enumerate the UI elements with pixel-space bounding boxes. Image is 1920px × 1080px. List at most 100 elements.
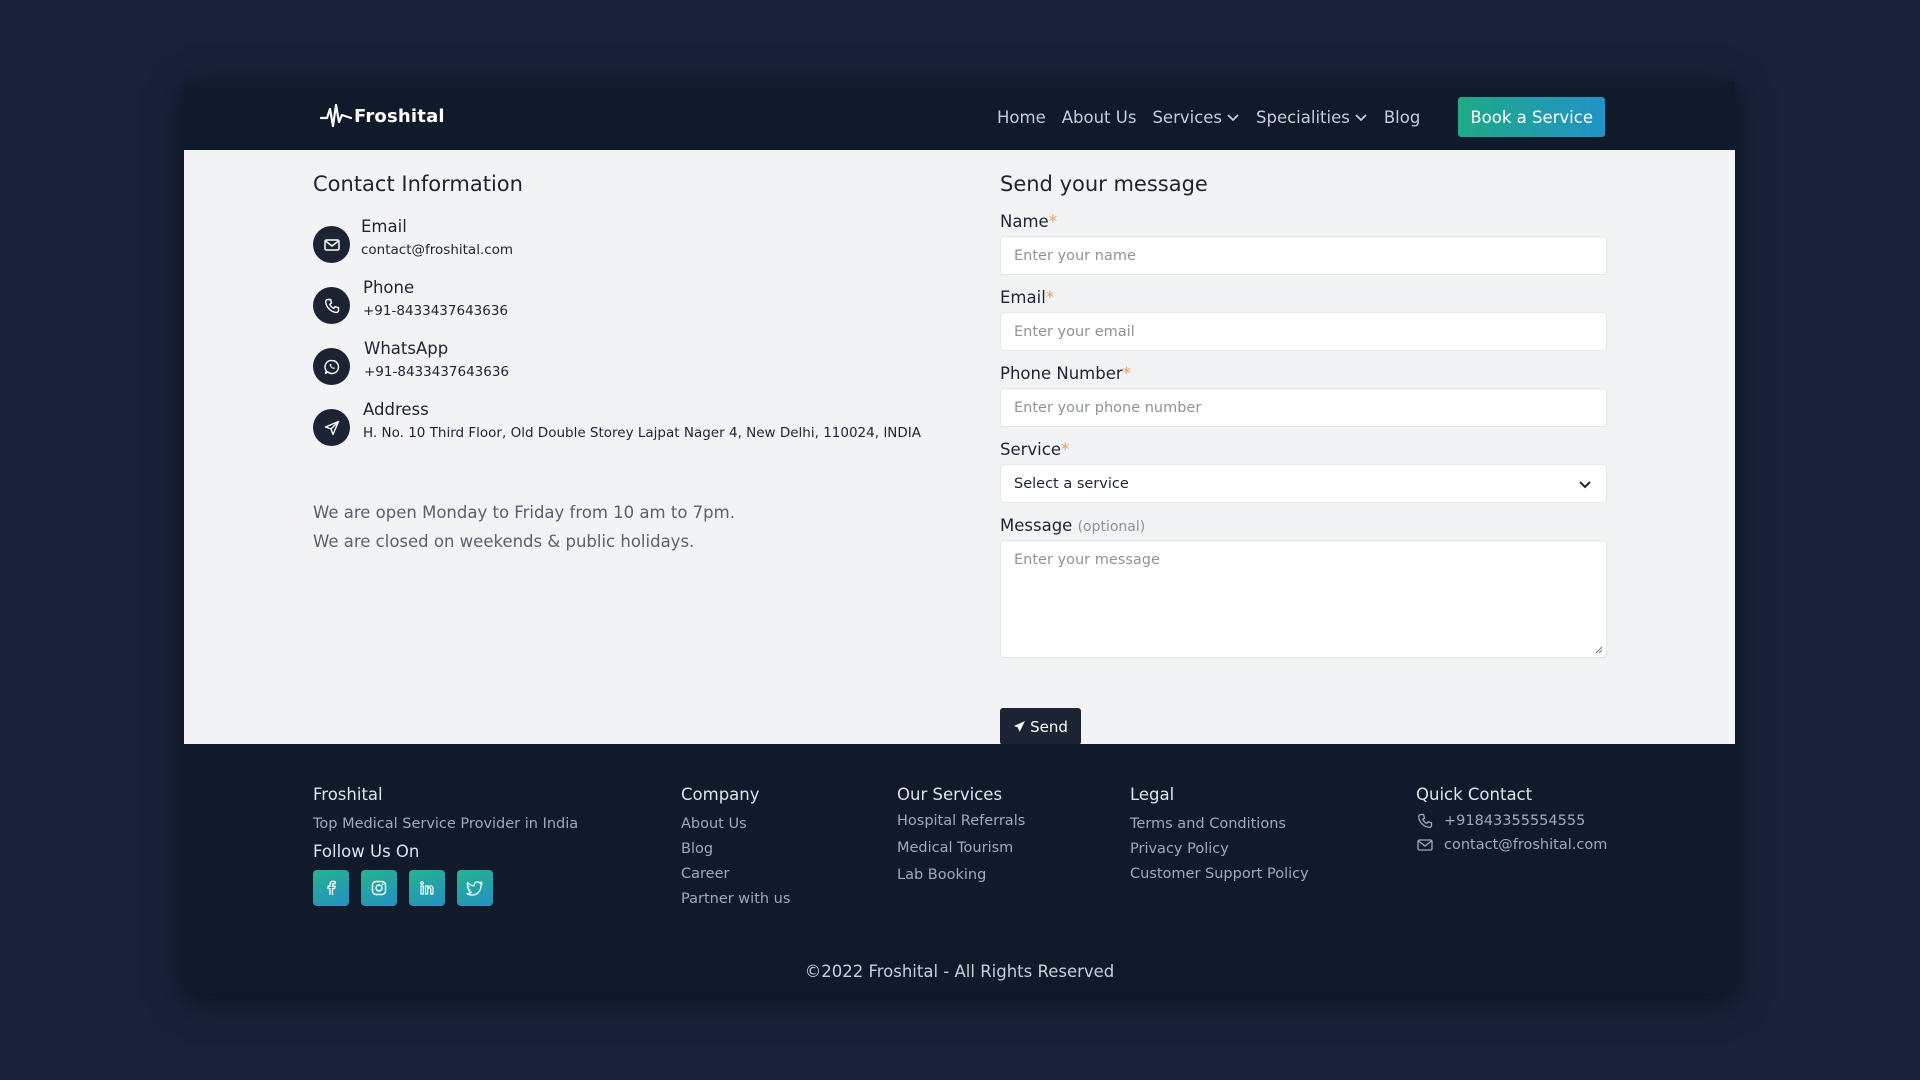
send-icon [313,409,350,446]
email-input[interactable]: Enter your email [1000,312,1607,351]
nav-specialities-label: Specialities [1256,107,1350,127]
follow-us-label: Follow Us On [313,842,420,861]
send-button-label: Send [1030,717,1068,736]
contact-whatsapp-label: WhatsApp [364,339,449,358]
footer-brand: Froshital Top Medical Service Provider i… [313,784,578,906]
instagram-icon[interactable] [361,870,397,906]
send-icon [1014,721,1026,732]
phone-label-text: Phone Number [1000,364,1123,383]
footer-link-blog[interactable]: Blog [681,839,790,859]
hours-weekdays: We are open Monday to Friday from 10 am … [313,503,735,522]
footer-services-title: Our Services [897,785,1003,804]
nav-home-label: Home [997,107,1046,127]
message-label: Message (optional) [1000,516,1145,535]
footer-legal: Legal Terms and Conditions Privacy Polic… [1130,784,1309,884]
mail-icon [1417,839,1433,851]
contact-information: Contact Information Email contact@froshi… [313,172,953,551]
contact-email: Email contact@froshital.com [313,216,513,263]
phone-input[interactable]: Enter your phone number [1000,388,1607,427]
footer-link-lab-booking[interactable]: Lab Booking [897,865,1025,885]
quick-phone-value: +91843355554555 [1444,813,1586,829]
nav-specialities[interactable]: Specialities [1256,108,1368,127]
phone-placeholder: Enter your phone number [1014,399,1202,416]
optional-mark: (optional) [1077,519,1146,535]
nav-services-label: Services [1152,107,1223,127]
contact-title: Contact Information [313,172,523,196]
email-label: Email* [1000,288,1054,307]
footer: Froshital Top Medical Service Provider i… [184,744,1735,994]
chevron-down-icon [1355,114,1367,122]
contact-whatsapp: WhatsApp +91-8433437643636 [313,338,509,385]
footer-link-support-policy[interactable]: Customer Support Policy [1130,864,1309,884]
footer-link-privacy[interactable]: Privacy Policy [1130,839,1309,859]
service-select[interactable]: Select a service [1000,464,1607,503]
footer-company-title: Company [681,785,760,804]
footer-link-about[interactable]: About Us [681,814,790,834]
phone-icon [313,287,350,324]
facebook-icon[interactable] [313,870,349,906]
linkedin-icon[interactable] [409,870,445,906]
footer-link-terms[interactable]: Terms and Conditions [1130,814,1309,834]
message-textarea[interactable]: Enter your message [1000,540,1607,658]
heartbeat-icon [320,103,352,128]
footer-services: Our Services Hospital Referrals Medical … [897,784,1025,885]
mail-icon [313,226,350,263]
footer-brand-name: Froshital [313,785,383,804]
main-nav: Home About Us Services Specialities Blog… [997,97,1605,137]
copyright: ©2022 Froshital - All Rights Reserved [804,962,1115,981]
resize-grip-icon[interactable] [1595,646,1603,654]
message-placeholder: Enter your message [1014,552,1160,568]
contact-phone-value[interactable]: +91-8433437643636 [363,301,508,321]
navbar: Froshital Home About Us Services Special… [184,82,1735,150]
contact-phone: Phone +91-8433437643636 [313,277,508,324]
email-label-text: Email [1000,288,1046,307]
service-selected-value: Select a service [1014,475,1129,492]
footer-link-partner[interactable]: Partner with us [681,889,790,909]
service-label: Service* [1000,440,1069,459]
message-label-text: Message [1000,516,1073,535]
contact-address: Address H. No. 10 Third Floor, Old Doubl… [313,399,921,446]
quick-email-value: contact@froshital.com [1444,837,1608,853]
nav-blog[interactable]: Blog [1384,108,1420,127]
opening-hours: We are open Monday to Friday from 10 am … [313,498,735,556]
chevron-down-icon [1579,480,1591,488]
form-title: Send your message [1000,172,1208,196]
email-placeholder: Enter your email [1014,323,1135,340]
quick-email[interactable]: contact@froshital.com [1416,836,1607,854]
quick-phone[interactable]: +91843355554555 [1416,812,1607,830]
book-service-button[interactable]: Book a Service [1458,97,1605,137]
required-mark: * [1048,212,1057,231]
contact-email-label: Email [361,217,407,236]
phone-label: Phone Number* [1000,364,1131,383]
contact-address-label: Address [363,400,429,419]
footer-quick-contact: Quick Contact +91843355554555 contact@fr… [1416,784,1607,854]
contact-email-value[interactable]: contact@froshital.com [361,240,513,260]
required-mark: * [1045,288,1055,307]
footer-link-career[interactable]: Career [681,864,790,884]
name-input[interactable]: Enter your name [1000,236,1607,275]
footer-quick-title: Quick Contact [1416,785,1533,804]
contact-whatsapp-value[interactable]: +91-8433437643636 [364,362,509,382]
nav-services[interactable]: Services [1152,108,1240,127]
main-content: Contact Information Email contact@froshi… [184,150,1735,745]
send-button[interactable]: Send [1000,708,1081,745]
footer-company: Company About Us Blog Career Partner wit… [681,784,790,909]
footer-link-tourism[interactable]: Medical Tourism [897,838,1025,858]
nav-blog-label: Blog [1383,107,1421,127]
contact-phone-label: Phone [363,278,415,297]
nav-about[interactable]: About Us [1062,108,1137,127]
whatsapp-icon [313,348,350,385]
nav-home[interactable]: Home [997,108,1046,127]
phone-icon [1418,813,1433,829]
footer-legal-title: Legal [1130,785,1175,804]
twitter-icon[interactable] [457,870,493,906]
message-form: Send your message Name* Enter your name … [1000,172,1607,745]
chevron-down-icon [1227,114,1239,122]
hours-weekends: We are closed on weekends & public holid… [313,532,695,551]
required-mark: * [1060,440,1070,459]
logo[interactable]: Froshital [320,96,445,136]
footer-tagline: Top Medical Service Provider in India [313,816,579,832]
name-placeholder: Enter your name [1014,247,1136,264]
footer-link-referrals[interactable]: Hospital Referrals [897,811,1025,831]
name-label: Name* [1000,212,1057,231]
